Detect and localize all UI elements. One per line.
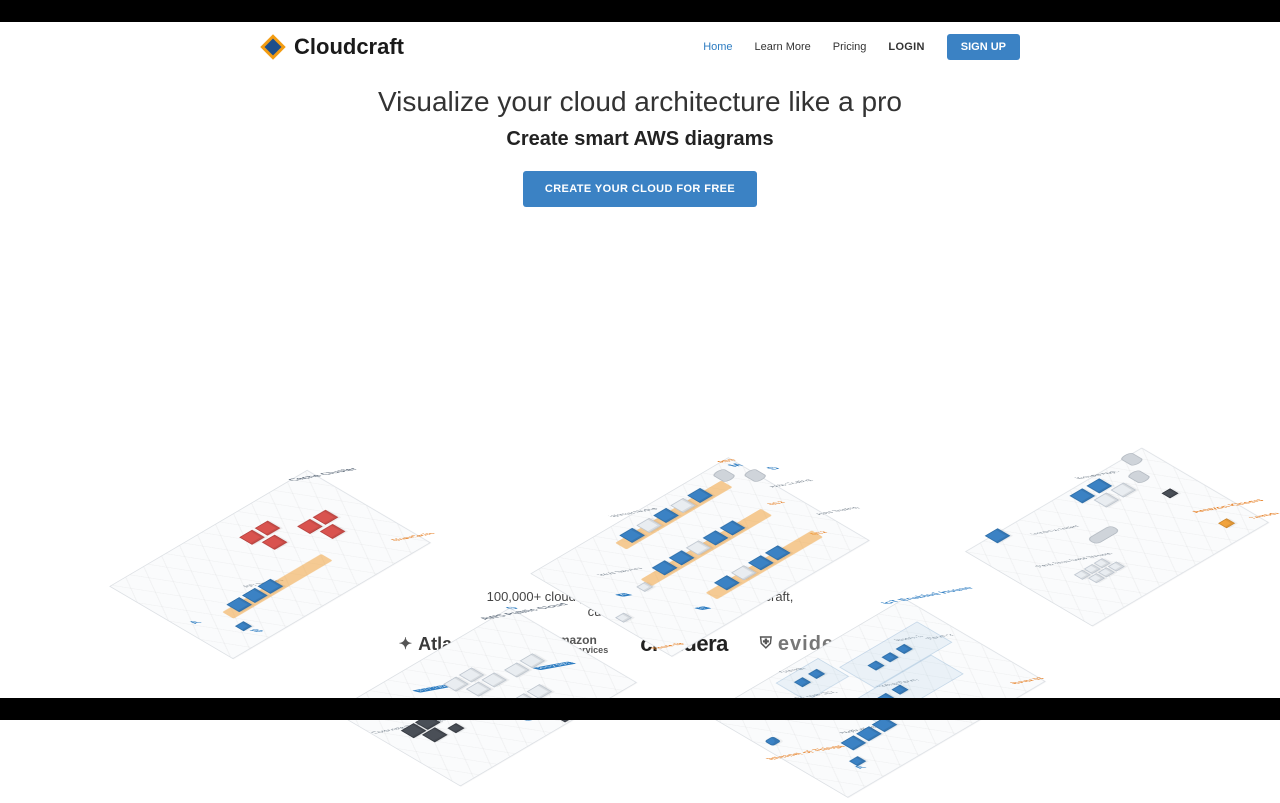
zone-a-badge: A [615,593,633,597]
brand-logo-icon [260,34,286,60]
hero-headline: Visualize your cloud architecture like a… [0,86,1280,118]
elasticache-accent: ElastiCache [389,532,438,541]
asg-label-2: Auto Scaling [813,506,861,515]
nav-login[interactable]: LOGIN [888,41,924,53]
zone-label-b: B [247,628,268,632]
evident-icon: ⛨ [760,635,772,653]
site-header: Cloudcraft Home Learn More Pricing LOGIN… [0,22,1280,68]
atlassian-icon: ✦ [399,634,412,654]
route53-accent: Route 53 [649,642,687,649]
ec2-accent-1: EC2 [766,501,788,505]
worker-nodes-label: Worker Nodes [607,507,660,517]
iot-accent: Internet of Things [764,745,849,761]
stream-to-bucket-label: Stream to bucket [1029,525,1082,535]
m-badge: M [724,463,748,468]
zone-a-label: A [850,765,871,769]
hero-subhead: Create smart AWS diagrams [0,128,1280,151]
diagram-title: Cache Cluster [285,467,362,482]
s-badge: S [762,466,784,471]
zone-b-badge: B [694,606,712,610]
nav-home[interactable]: Home [703,41,732,53]
nav-pricing[interactable]: Pricing [833,41,867,53]
hero: Visualize your cloud architecture like a… [0,86,1280,207]
lambda-accent: Lambda [1247,512,1280,519]
letterbox-top [0,0,1280,22]
asg-label-1: Auto Scaling [766,479,814,488]
nav-learn-more[interactable]: Learn More [755,41,811,53]
signup-button[interactable]: SIGN UP [947,34,1020,60]
kinesis-brand-accent: Amazon Kinesis [1189,499,1268,514]
letterbox-bottom [0,698,1280,720]
brand[interactable]: Cloudcraft [260,34,404,60]
top-nav: Home Learn More Pricing LOGIN SIGN UP [703,34,1020,60]
route53-accent: Route 53 [1009,677,1047,684]
example-diagrams: Cache Cluster A B API Servers ElastiCach… [0,225,1280,585]
brand-name: Cloudcraft [294,34,404,60]
web-servers-label: Web Servers [596,567,645,576]
cta-create-cloud-button[interactable]: CREATE YOUR CLOUD FOR FREE [523,171,757,207]
zone-label-a: A [185,620,206,624]
